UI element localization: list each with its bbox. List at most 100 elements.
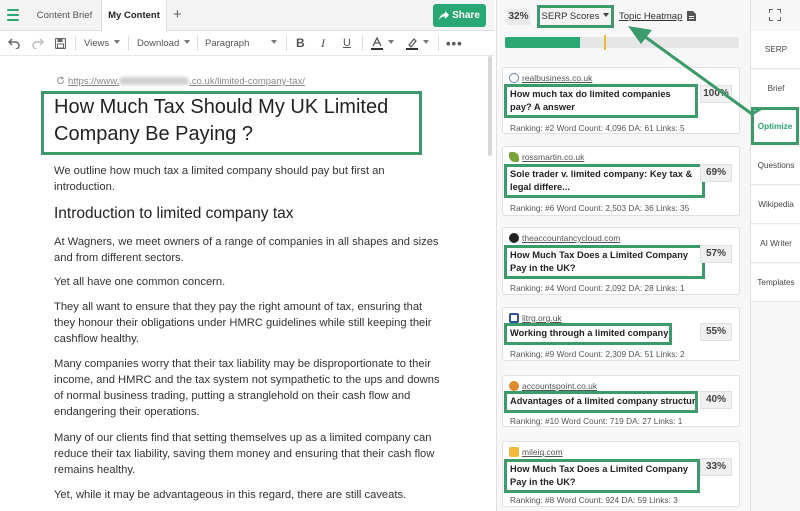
paragraph[interactable]: Yet all have one common concern. [54,274,444,290]
result-meta: Ranking: #6 Word Count: 2,503 DA: 36 Lin… [510,203,690,213]
title-highlight: How much tax do limited companies pay? A… [504,84,698,118]
result-site[interactable]: realbusiness.co.uk [509,73,592,83]
document-icon[interactable] [687,11,696,21]
serp-result-card[interactable]: mileiq.com How Much Tax Does a Limited C… [502,441,740,507]
redo-icon[interactable] [32,31,44,56]
source-url[interactable]: https://www. .co.uk/limited-company-tax/ [56,76,305,87]
add-tab-icon[interactable]: + [173,6,182,23]
result-site-label: theaccountancycloud.com [522,233,621,243]
side-nav: SERP Brief Optimize Questions Wikipedia … [750,0,800,511]
url-prefix: https://www. [68,76,120,87]
menu-icon[interactable] [7,9,19,21]
paragraph-dropdown[interactable]: Paragraph [205,31,278,56]
title-highlight: How Much Tax Does a Limited Company Pay … [504,459,700,493]
serp-result-card[interactable]: theaccountancycloud.com How Much Tax Doe… [502,227,740,295]
result-title[interactable]: How Much Tax Does a Limited Company Pay … [507,248,702,276]
title-highlight: Working through a limited company [504,323,672,345]
result-score: 69% [700,164,732,182]
result-site[interactable]: mileiq.com [509,447,563,457]
title-highlight: Sole trader v. limited company: Key tax … [504,164,705,198]
paragraph[interactable]: At Wagners, we meet owners of a range of… [54,234,444,266]
tab-my-content[interactable]: My Content [101,0,167,32]
nav-templates[interactable]: Templates [751,264,800,302]
result-meta: Ranking: #8 Word Count: 924 DA: 59 Links… [510,495,678,505]
site-favicon-icon [509,73,519,83]
chevron-down-icon [423,40,429,44]
score-progress-fill [505,37,580,48]
serp-result-card[interactable]: accountspoint.co.uk Advantages of a limi… [502,375,740,427]
site-favicon-icon [509,447,519,457]
nav-questions[interactable]: Questions [751,147,800,185]
title-highlight: How Much Tax Does a Limited Company Pay … [504,245,705,279]
result-site-label: realbusiness.co.uk [522,73,593,83]
text-color-icon[interactable] [371,31,394,56]
share-icon [439,11,450,20]
result-site-label: litrg.org.uk [522,313,562,323]
result-meta: Ranking: #2 Word Count: 4,096 DA: 61 Lin… [510,123,685,133]
download-dropdown[interactable]: Download [137,31,191,56]
nav-wikipedia[interactable]: Wikipedia [751,186,800,224]
result-site[interactable]: accountspoint.co.uk [509,381,597,391]
share-button[interactable]: Share [433,4,486,27]
paragraph-label: Paragraph [205,38,250,49]
url-suffix: .co.uk/limited-company-tax/ [189,76,305,87]
nav-brief[interactable]: Brief [751,70,800,108]
title-highlight: Advantages of a limited company structur… [504,391,698,413]
italic-icon[interactable]: I [321,31,325,56]
result-meta: Ranking: #9 Word Count: 2,309 DA: 51 Lin… [510,349,685,359]
undo-icon[interactable] [8,31,20,56]
underline-icon[interactable]: U [343,31,351,56]
highlight-icon[interactable] [406,31,429,56]
content-score: 32% [507,9,530,25]
download-label: Download [137,38,180,49]
result-score: 33% [700,458,732,476]
save-icon[interactable] [54,31,67,56]
bold-icon[interactable]: B [296,31,305,56]
result-score: 40% [700,391,732,409]
result-title[interactable]: How Much Tax Does a Limited Company Pay … [507,462,697,490]
chevron-down-icon [184,40,191,44]
paragraph[interactable]: They all want to ensure that they pay th… [54,299,444,347]
site-favicon-icon [509,233,519,243]
result-title[interactable]: Sole trader v. limited company: Key tax … [507,167,702,195]
intro-paragraph[interactable]: We outline how much tax a limited compan… [54,163,444,195]
editor-toolbar: Views Download Paragraph B I U ••• [0,31,494,56]
result-score: 100% [700,85,732,103]
result-score: 55% [700,323,732,341]
tab-content-brief[interactable]: Content Brief [28,0,101,31]
serp-result-card[interactable]: litrg.org.uk Working through a limited c… [502,307,740,361]
serp-scores-dropdown[interactable]: SERP Scores [537,5,614,28]
result-site[interactable]: rossmartin.co.uk [509,152,584,162]
result-title[interactable]: Working through a limited company [507,326,669,342]
result-site-label: rossmartin.co.uk [522,152,585,162]
views-dropdown[interactable]: Views [84,31,121,56]
result-site[interactable]: theaccountancycloud.com [509,233,620,243]
result-title[interactable]: Advantages of a limited company structur… [507,394,695,410]
site-favicon-icon [509,313,519,323]
nav-ai-writer[interactable]: AI Writer [751,225,800,263]
expand-icon[interactable] [769,9,781,21]
views-label: Views [84,38,110,49]
url-redacted [119,77,190,85]
editor-scrollbar[interactable] [488,56,492,156]
paragraph[interactable]: Many companies worry that their tax liab… [54,356,444,420]
serp-pane: 32% SERP Scores Topic Heatmap realbusine… [496,0,750,511]
share-label: Share [452,10,480,21]
result-title[interactable]: How much tax do limited companies pay? A… [507,87,695,115]
score-progress-bar [505,35,739,50]
paragraph[interactable]: Many of our clients find that setting th… [54,430,444,478]
serp-result-card[interactable]: rossmartin.co.uk Sole trader v. limited … [502,146,740,216]
target-score-marker [604,35,606,50]
result-site[interactable]: litrg.org.uk [509,313,562,323]
result-meta: Ranking: #4 Word Count: 2,092 DA: 28 Lin… [510,283,685,293]
nav-optimize[interactable]: Optimize [751,107,799,145]
topic-heatmap-link[interactable]: Topic Heatmap [619,11,682,22]
paragraph[interactable]: Yet, while it may be advantageous in thi… [54,487,444,503]
document-title[interactable]: How Much Tax Should My UK Limited Compan… [54,94,419,148]
serp-result-card[interactable]: realbusiness.co.uk How much tax do limit… [502,67,740,134]
section-heading[interactable]: Introduction to limited company tax [54,205,294,223]
chevron-down-icon [114,40,121,44]
nav-serp[interactable]: SERP [751,31,800,69]
tab-bar: Content Brief My Content + Share [0,0,494,32]
more-icon[interactable]: ••• [446,31,463,56]
